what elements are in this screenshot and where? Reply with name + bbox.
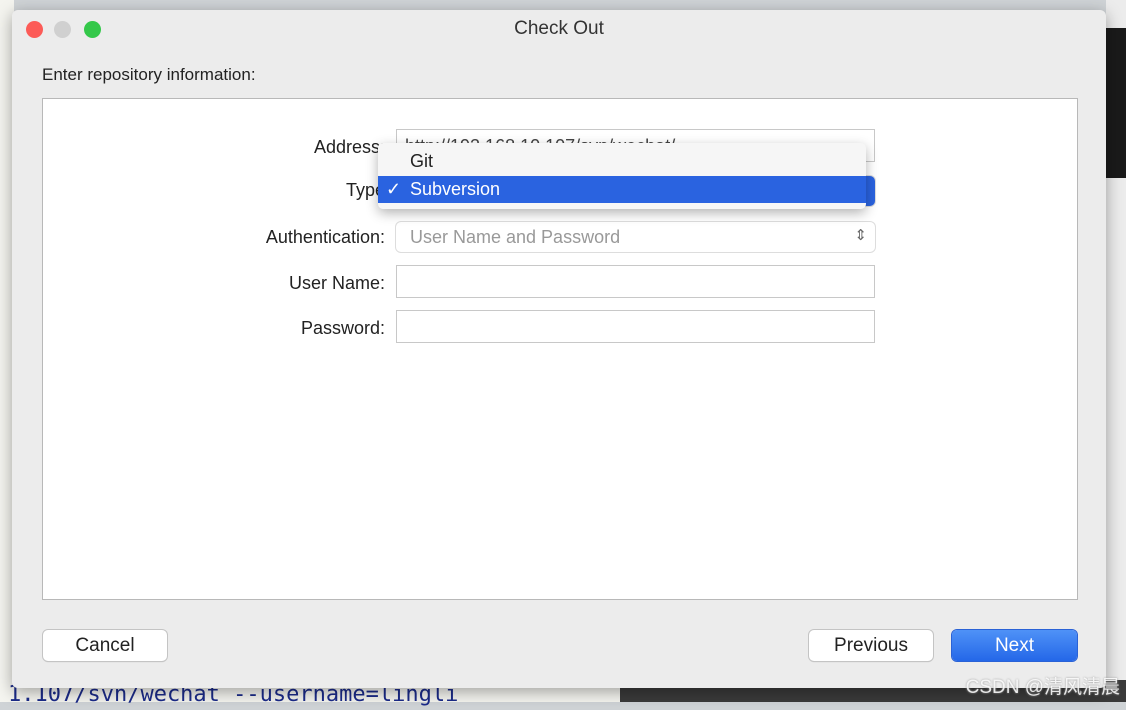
previous-button[interactable]: Previous — [809, 630, 933, 661]
type-dropdown-menu: Git ✓ Subversion — [378, 143, 866, 209]
zoom-button[interactable] — [84, 21, 101, 38]
password-label: Password: — [300, 318, 385, 338]
username-input[interactable] — [396, 265, 875, 298]
window-title: Check Out — [514, 18, 604, 39]
checkout-dialog: Check Out Enter repository information: … — [12, 10, 1106, 688]
title-bar: Check Out — [12, 10, 1106, 48]
menu-item-subversion[interactable]: ✓ Subversion — [378, 176, 866, 203]
instruction-text: Enter repository information: — [42, 65, 256, 84]
close-button[interactable] — [26, 21, 43, 38]
background-window-right — [1106, 0, 1126, 702]
next-button[interactable]: Next — [952, 630, 1077, 661]
checkmark-icon: ✓ — [386, 179, 402, 199]
watermark: CSDN @清风清晨 — [965, 677, 1120, 698]
authentication-select[interactable]: User Name and Password ⇕ — [396, 222, 875, 252]
authentication-label: Authentication: — [265, 227, 385, 247]
menu-item-git[interactable]: Git — [378, 148, 866, 175]
address-label: Address: — [313, 137, 385, 157]
cancel-button[interactable]: Cancel — [43, 630, 167, 661]
repository-form: Address: http://192.168.10.107/svn/wecha… — [42, 98, 1078, 600]
username-label: User Name: — [288, 273, 385, 293]
minimize-button[interactable] — [54, 21, 71, 38]
authentication-value: User Name and Password — [410, 227, 621, 247]
password-input[interactable] — [396, 310, 875, 343]
chevron-updown-icon: ⇕ — [854, 227, 867, 244]
